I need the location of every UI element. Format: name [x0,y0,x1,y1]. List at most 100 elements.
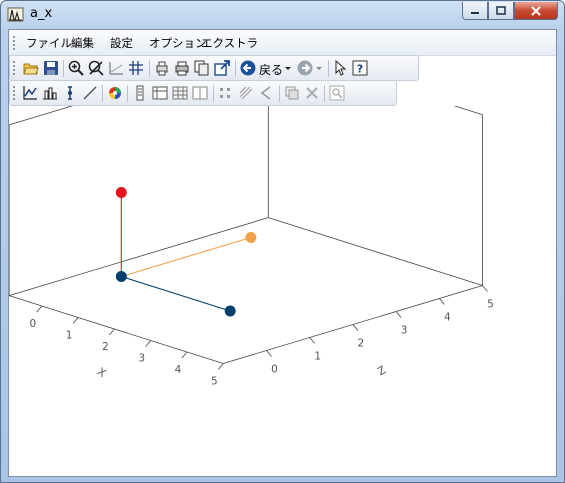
x-tick [145,340,152,347]
z-tick [266,350,272,357]
data-point-1 [224,305,236,317]
z-axis-label: Z [375,363,388,378]
chevron-down-icon[interactable] [284,60,292,76]
box-edge [9,46,269,126]
menu-edit[interactable]: 編集 [71,35,94,51]
title-bar[interactable]: a_x [1,1,564,29]
x-tick [72,317,79,324]
copy-icon[interactable] [194,60,210,76]
x-tick-label: 3 [138,353,145,365]
forward-arrow-icon[interactable] [297,60,313,76]
data-point-2 [245,232,257,243]
zoom-in-icon[interactable] [68,60,84,76]
table-icon[interactable] [152,85,168,101]
x-tick-label: 0 [29,318,36,330]
z-tick-label: 2 [358,338,365,350]
print-icon[interactable] [174,60,190,76]
window-controls [462,2,558,22]
data-grid-icon[interactable] [172,85,188,101]
toolbar-separator [324,85,325,102]
export-icon[interactable] [214,60,230,76]
page-setup-icon[interactable] [154,60,170,76]
z-tick [438,298,445,305]
toolbar-separator [235,60,236,77]
save-icon[interactable] [43,60,59,76]
maximize-button[interactable] [488,2,514,20]
z-tick [309,337,316,344]
maximize-icon [496,6,506,15]
data-line-1 [121,275,231,312]
data-line-2 [121,236,252,278]
x-tick [217,363,224,370]
x-tick-label: 2 [102,341,109,353]
menubar-grip[interactable] [13,36,15,52]
delete-icon[interactable] [304,85,320,101]
toolbar-grip[interactable] [13,86,15,102]
back-button-label[interactable]: 戻る [259,61,283,78]
toolbar-separator [279,85,280,102]
menu-bar: ファイル 編集 設定 オプション エクストラ [9,30,556,56]
menu-settings[interactable]: 設定 [110,35,133,51]
error-bar-icon[interactable] [62,85,78,101]
z-tick [482,285,488,292]
z-tick-label: 5 [487,299,494,311]
toolbar-separator [102,85,103,102]
z-tick-label: 0 [271,364,278,376]
x-tick [109,328,115,336]
x-tick-label: 1 [66,330,73,342]
chart-3d-scatter[interactable]: 012345Y012345X012345Z [3,46,556,476]
app-chart-icon [7,7,24,22]
plot-area[interactable]: 012345Y012345X012345Z [3,46,556,476]
toolbar-separator [63,60,64,77]
duplicate-icon[interactable] [284,85,300,101]
pointer-icon[interactable] [332,60,348,76]
box-edge [9,295,224,364]
x-tick [181,351,188,359]
close-button[interactable] [514,2,558,20]
z-tick [352,324,359,331]
split-view-icon[interactable] [192,85,208,101]
window-title: a_x [30,6,53,21]
z-tick-label: 1 [314,351,321,363]
chevron-down-icon[interactable] [315,60,323,76]
hatch-icon[interactable] [238,85,254,101]
toolbar-separator [127,85,128,102]
x-tick [36,305,43,313]
back-arrow-icon[interactable] [240,60,256,76]
svg-text:?: ? [357,63,363,76]
curve-icon[interactable] [258,85,274,101]
x-tick-label: 5 [211,376,218,388]
legend-icon[interactable] [132,85,148,101]
app-window: a_x ファイル 編集 設定 オプション エクストラ 戻る ? 0 1 2 3 … [0,0,565,483]
z-tick-label: 3 [401,325,408,337]
toolbar-separator [213,85,214,102]
axis-scale-icon[interactable] [108,60,124,76]
bar-chart-icon[interactable] [42,85,58,101]
zoom-reset-icon[interactable] [88,60,104,76]
grid-icon[interactable] [128,60,144,76]
menu-file[interactable]: ファイル [26,35,72,51]
x-tick-label: 4 [175,364,182,376]
box-edge [9,217,269,297]
toolbar-separator [149,60,150,77]
data-point-origin [115,271,127,282]
color-wheel-icon[interactable] [107,85,123,101]
minimize-button[interactable] [462,2,488,20]
line-chart-icon[interactable] [22,85,38,101]
toolbar-separator [328,60,329,77]
data-point-0 [115,187,127,198]
x-axis-label: X [95,365,109,380]
main-toolbar: 戻る ? [9,55,419,81]
client-area: ファイル 編集 設定 オプション エクストラ 戻る ? 0 1 2 3 4 5 … [3,29,557,477]
help-icon[interactable]: ? [352,60,368,76]
menu-extras[interactable]: エクストラ [201,35,258,51]
preview-icon[interactable] [329,85,345,101]
toolbar-grip[interactable] [13,61,15,77]
draw-line-icon[interactable] [82,85,98,101]
scatter-points-icon[interactable] [218,85,234,101]
menu-options[interactable]: オプション [149,35,207,51]
plot-toolbar [9,80,397,106]
z-tick [395,311,402,318]
open-folder-icon[interactable] [23,60,39,76]
z-tick-label: 4 [444,312,451,324]
